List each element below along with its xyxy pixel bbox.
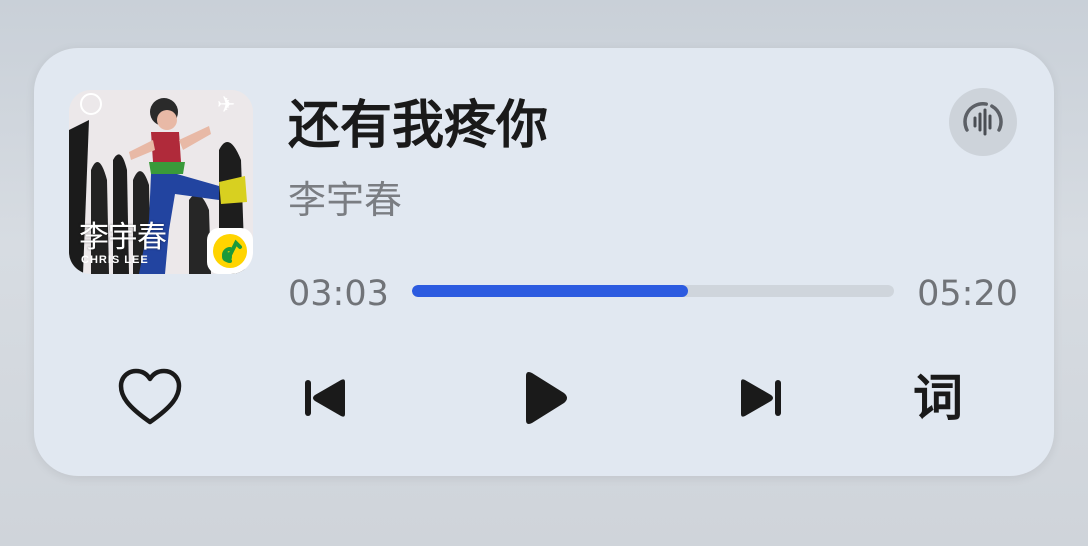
lyrics-button[interactable]: 词 [898, 366, 978, 430]
play-icon [526, 372, 567, 424]
previous-icon [305, 379, 345, 417]
total-time: 05:20 [917, 274, 1018, 314]
lyrics-label: 词 [913, 369, 963, 427]
like-button[interactable] [110, 366, 190, 430]
heart-icon [118, 368, 182, 425]
next-button[interactable] [720, 366, 800, 430]
cover-artist-text: 李宇春 [79, 220, 167, 255]
voice-wave-icon[interactable] [949, 88, 1017, 156]
artist-name: 李宇春 [288, 178, 403, 222]
music-widget[interactable]: ✈ 李宇春 CHRIS LEE 还有我疼你 李宇春 03:03 05:20 词 [34, 48, 1054, 476]
cover-subtitle-text: CHRIS LEE [81, 254, 149, 266]
current-time: 03:03 [288, 274, 389, 314]
song-title: 还有我疼你 [288, 96, 549, 156]
progress-bar[interactable] [412, 285, 894, 297]
previous-button[interactable] [286, 366, 366, 430]
progress-fill [412, 285, 688, 297]
svg-text:✈: ✈ [217, 93, 235, 118]
next-icon [741, 379, 781, 417]
qq-music-icon [207, 228, 253, 274]
play-button[interactable] [504, 366, 584, 430]
album-cover[interactable]: ✈ 李宇春 CHRIS LEE [69, 90, 253, 274]
